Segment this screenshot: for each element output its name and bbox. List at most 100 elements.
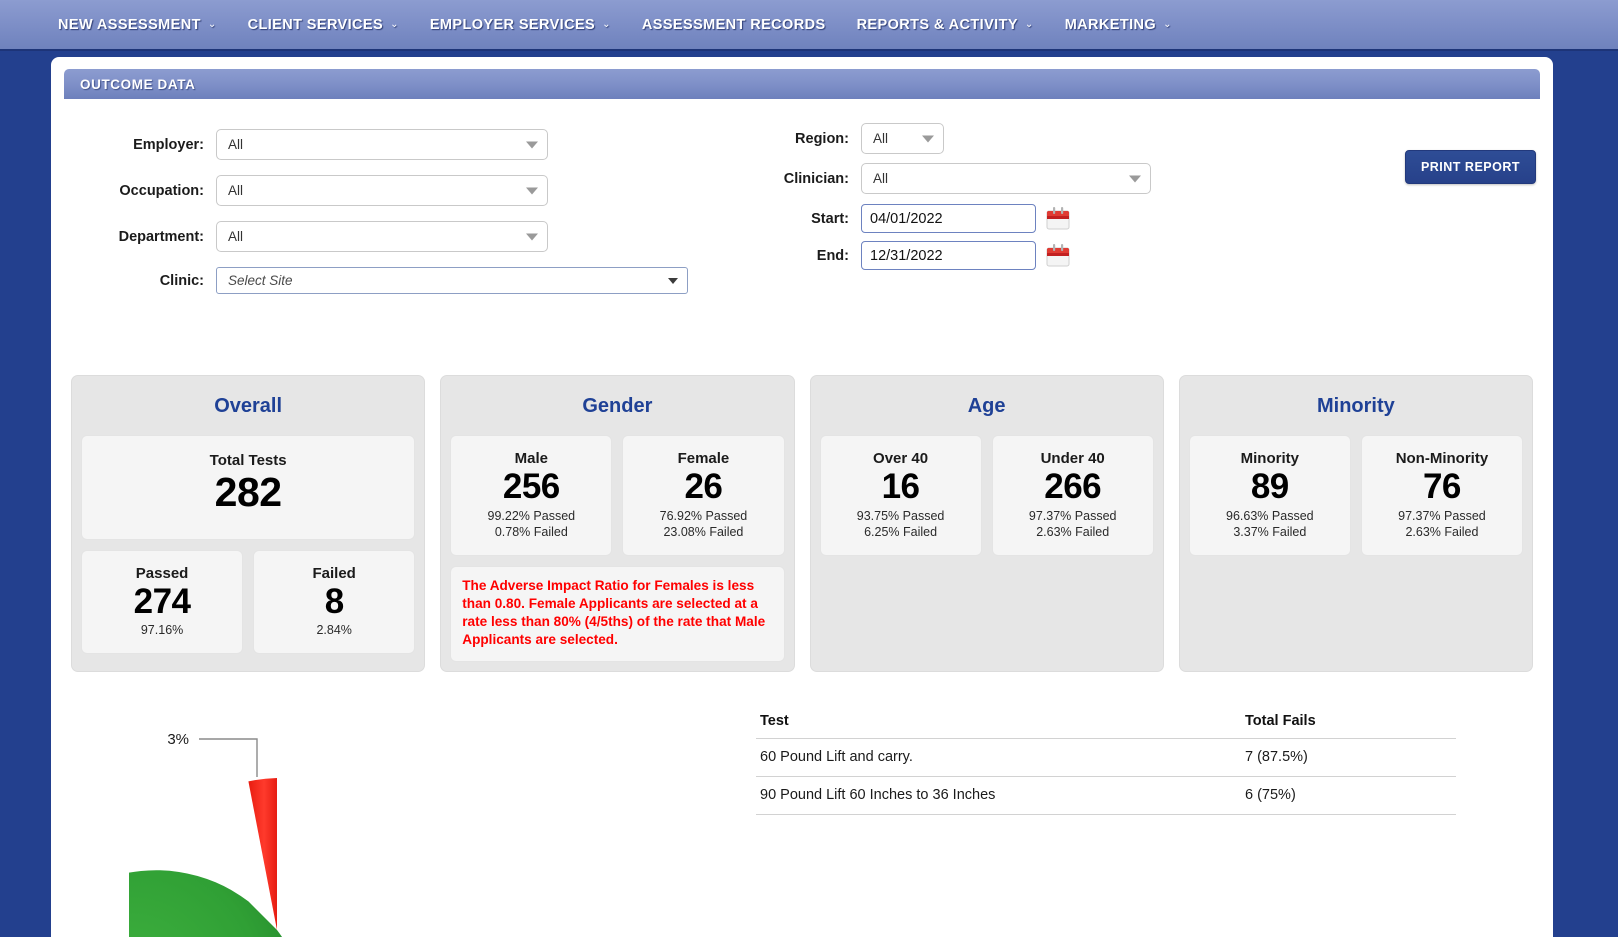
clinician-value: All xyxy=(873,171,889,186)
end-date-label: End: xyxy=(816,247,849,264)
nav-item-label: ASSESSMENT RECORDS xyxy=(641,16,826,33)
chevron-down-icon xyxy=(668,277,678,284)
card-gender-title: Gender xyxy=(582,395,653,417)
nav-item-label: NEW ASSESSMENT xyxy=(58,16,201,33)
panel-title: OUTCOME DATA xyxy=(80,76,196,92)
male-value: 256 xyxy=(502,467,560,506)
card-overall-title: Overall xyxy=(214,395,283,417)
non-minority-passed-pct: 97.37% Passed xyxy=(1398,508,1486,523)
table-row[interactable]: 90 Pound Lift 60 Inches to 36 Inches 6 (… xyxy=(756,776,1456,815)
occupation-select[interactable]: All xyxy=(216,175,548,206)
panel-header: OUTCOME DATA xyxy=(64,69,1540,99)
employer-label: Employer: xyxy=(133,136,204,153)
minority-failed-pct: 3.37% Failed xyxy=(1233,525,1307,540)
male-passed-pct: 99.22% Passed xyxy=(487,508,576,523)
employer-value: All xyxy=(228,137,244,152)
table-row[interactable]: 60 Pound Lift and carry. 7 (87.5%) xyxy=(756,738,1456,777)
gender-female: Female 26 76.92% Passed 23.08% Failed xyxy=(622,435,785,556)
region-value: All xyxy=(873,131,889,146)
passed-value: 274 xyxy=(133,581,191,621)
cell-test-name: 60 Pound Lift and carry. xyxy=(756,738,1241,777)
nav-item-client-services[interactable]: CLIENT SERVICES ⌄ xyxy=(248,17,399,33)
nav-item-label: CLIENT SERVICES xyxy=(247,16,384,33)
cell-total-fails: 6 (75%) xyxy=(1241,776,1456,815)
minority-non-minority: Non-Minority 76 97.37% Passed 2.63% Fail… xyxy=(1360,435,1523,556)
male-failed-pct: 0.78% Failed xyxy=(494,525,568,540)
clinic-value: Select Site xyxy=(228,273,293,288)
employer-select[interactable]: All xyxy=(216,129,548,160)
column-header-test: Test xyxy=(756,705,1241,739)
filters-region: Employer: All Occupation: All Department… xyxy=(51,99,1553,294)
nav-item-reports-activity[interactable]: REPORTS & ACTIVITY ⌄ xyxy=(857,17,1034,33)
male-label: Male xyxy=(514,450,548,467)
chevron-down-icon xyxy=(922,135,934,142)
occupation-label: Occupation: xyxy=(119,182,204,199)
cell-test-name: 90 Pound Lift 60 Inches to 36 Inches xyxy=(756,776,1241,815)
start-date-label: Start: xyxy=(811,210,849,227)
print-report-button[interactable]: PRINT REPORT xyxy=(1404,150,1536,184)
nav-item-label: REPORTS & ACTIVITY xyxy=(856,16,1018,33)
adverse-impact-warning: The Adverse Impact Ratio for Females is … xyxy=(450,565,785,663)
outcome-data-page: OUTCOME DATA Employer: All Occupation: A… xyxy=(51,57,1553,937)
overall-total-tests: Total Tests 282 xyxy=(81,435,416,540)
card-age: Age Over 40 16 93.75% Passed 6.25% Faile… xyxy=(809,375,1164,673)
end-date-input[interactable]: 12/31/2022 xyxy=(861,241,1036,270)
overall-failed: Failed 8 2.84% xyxy=(253,549,416,654)
female-failed-pct: 23.08% Failed xyxy=(663,525,744,540)
over40-value: 16 xyxy=(881,467,920,506)
table-header-row: Test Total Fails xyxy=(756,705,1456,739)
pass-fail-pie-chart: 3% xyxy=(51,717,769,937)
nav-item-label: MARKETING xyxy=(1064,16,1157,33)
clinic-label: Clinic: xyxy=(159,272,204,289)
nav-item-assessment-records[interactable]: ASSESSMENT RECORDS xyxy=(642,17,826,33)
calendar-icon[interactable] xyxy=(1045,206,1071,232)
gender-male: Male 256 99.22% Passed 0.78% Failed xyxy=(450,435,613,556)
column-header-total-fails: Total Fails xyxy=(1241,705,1456,739)
clinic-select[interactable]: Select Site xyxy=(216,267,688,294)
main-navigation-bar: NEW ASSESSMENT ⌄ CLIENT SERVICES ⌄ EMPLO… xyxy=(0,0,1618,51)
nav-item-employer-services[interactable]: EMPLOYER SERVICES ⌄ xyxy=(430,17,611,33)
age-under-40: Under 40 266 97.37% Passed 2.63% Failed xyxy=(991,435,1154,556)
under40-failed-pct: 2.63% Failed xyxy=(1036,525,1110,540)
chevron-down-icon: ⌄ xyxy=(1163,19,1172,30)
start-date-input[interactable]: 04/01/2022 xyxy=(861,204,1036,233)
department-label: Department: xyxy=(118,228,204,245)
overall-passed: Passed 274 97.16% xyxy=(81,549,244,654)
region-select[interactable]: All xyxy=(861,123,944,154)
under40-value: 266 xyxy=(1044,467,1102,506)
cell-total-fails: 7 (87.5%) xyxy=(1241,738,1456,777)
under40-label: Under 40 xyxy=(1040,450,1105,467)
chevron-down-icon xyxy=(526,187,538,194)
card-overall: Overall Total Tests 282 Passed 274 97.16… xyxy=(71,375,426,673)
nav-item-marketing[interactable]: MARKETING ⌄ xyxy=(1065,17,1172,33)
passed-label: Passed xyxy=(135,564,189,582)
chevron-down-icon xyxy=(526,141,538,148)
female-passed-pct: 76.92% Passed xyxy=(659,508,748,523)
summary-cards: Overall Total Tests 282 Passed 274 97.16… xyxy=(71,375,1533,673)
chevron-down-icon: ⌄ xyxy=(602,19,611,30)
nav-item-new-assessment[interactable]: NEW ASSESSMENT ⌄ xyxy=(58,17,217,33)
nav-item-label: EMPLOYER SERVICES xyxy=(429,16,596,33)
end-date-value: 12/31/2022 xyxy=(870,247,943,264)
female-label: Female xyxy=(677,450,730,467)
card-minority: Minority Minority 89 96.63% Passed 3.37%… xyxy=(1178,375,1533,673)
total-tests-value: 282 xyxy=(214,469,282,515)
clinician-label: Clinician: xyxy=(783,170,849,187)
start-date-value: 04/01/2022 xyxy=(870,210,943,227)
female-value: 26 xyxy=(684,467,723,506)
failed-pct: 2.84% xyxy=(316,623,352,638)
total-tests-label: Total Tests xyxy=(209,452,287,469)
minority-minority: Minority 89 96.63% Passed 3.37% Failed xyxy=(1188,435,1351,556)
department-select[interactable]: All xyxy=(216,221,548,252)
calendar-icon[interactable] xyxy=(1045,243,1071,269)
passed-pct: 97.16% xyxy=(140,623,184,638)
age-over-40: Over 40 16 93.75% Passed 6.25% Failed xyxy=(819,435,982,556)
under40-passed-pct: 97.37% Passed xyxy=(1028,508,1117,523)
over40-failed-pct: 6.25% Failed xyxy=(864,525,938,540)
non-minority-failed-pct: 2.63% Failed xyxy=(1405,525,1479,540)
failed-label: Failed xyxy=(312,564,356,582)
non-minority-label: Non-Minority xyxy=(1395,450,1489,467)
clinician-select[interactable]: All xyxy=(861,163,1151,194)
non-minority-value: 76 xyxy=(1422,467,1461,506)
region-label: Region: xyxy=(795,130,849,147)
